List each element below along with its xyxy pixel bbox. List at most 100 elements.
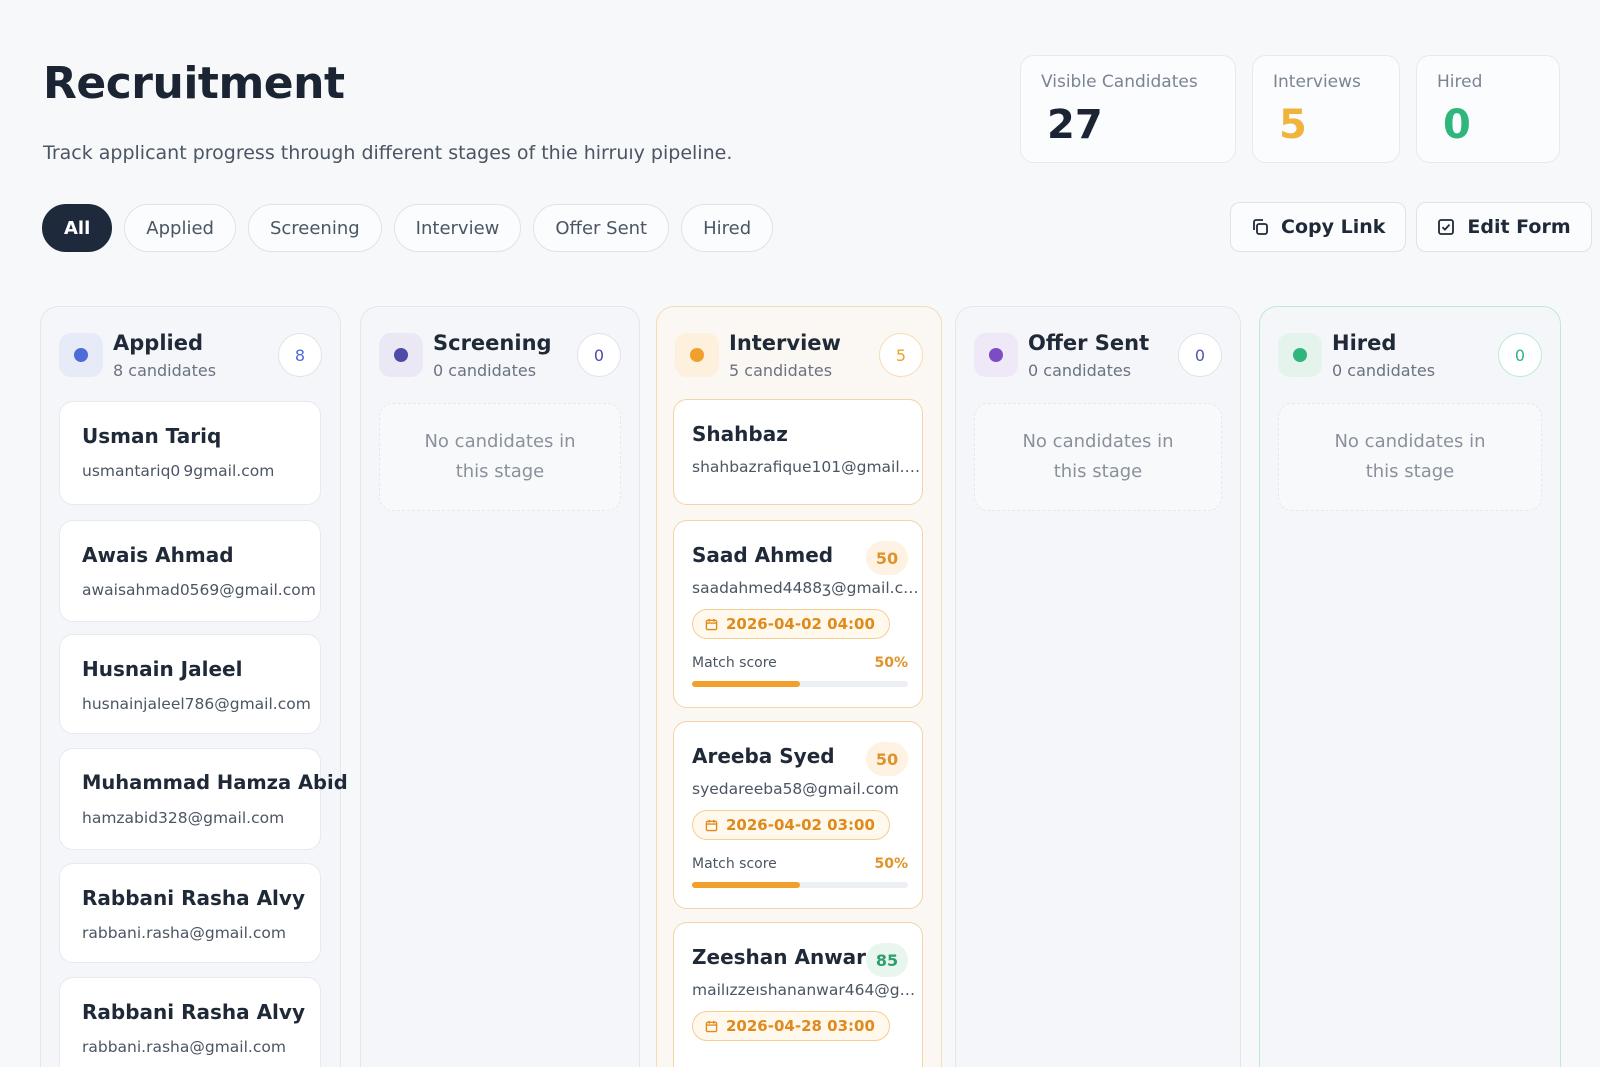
column-subtitle: 0 candidates: [433, 361, 537, 380]
column-interview: Interview 5 candidates 5 Shahbaz shahbaz…: [656, 306, 942, 1067]
filter-screening[interactable]: Screening: [247, 204, 382, 252]
column-count-badge: 0: [577, 333, 621, 377]
stage-dot-icon: [989, 348, 1003, 362]
calendar-icon: [705, 1020, 718, 1032]
copy-icon: [1253, 219, 1268, 235]
candidate-card[interactable]: Awais Ahmad awaisahmad0569@gmail.com: [59, 520, 321, 622]
column-title: Screening: [433, 331, 552, 355]
stat-label: Hired: [1437, 72, 1483, 92]
filter-interview[interactable]: Interview: [393, 204, 522, 252]
stat-value: 0: [1443, 102, 1471, 148]
interview-date-pill: 2026-04-02 04:00: [692, 609, 890, 639]
candidate-card[interactable]: Rabbani Rasha Alvy rabbani.rasha@gmail.c…: [59, 977, 321, 1067]
edit-form-button[interactable]: Edit Form: [1416, 202, 1592, 252]
match-score-label: Match score: [692, 856, 777, 872]
candidate-email: saadahmed4488ʒ@gmail.com: [692, 579, 922, 597]
candidate-card[interactable]: Muhammad Hamza Abid hamzabid328@gmail.co…: [59, 748, 348, 850]
candidate-email: husnainjaleel786@gmail.com: [82, 695, 311, 713]
candidate-email: mailızzeıshananwar464@gmail..: [692, 981, 922, 999]
column-count-badge: 8: [278, 333, 322, 377]
candidate-card[interactable]: Saad Ahmed 50 saadahmed4488ʒ@gmail.com 2…: [673, 520, 923, 708]
candidate-card[interactable]: Areeba Syed 50 syedareeba58@gmail.com 20…: [673, 721, 923, 909]
interview-date: 2026-04-02 03:00: [726, 816, 875, 834]
stat-hired: Hired 0: [1416, 55, 1560, 163]
column-count-badge: 0: [1178, 333, 1222, 377]
column-offer-sent: Offer Sent 0 candidates 0 No candidates …: [955, 306, 1241, 1067]
checkbox-icon: [1438, 219, 1455, 235]
candidate-email: syedareeba58@gmail.com: [692, 780, 899, 798]
column-subtitle: 8 candidates: [113, 361, 217, 380]
header-actions: Copy Link Edit Form: [1230, 202, 1592, 252]
candidate-name: Shahbaz: [692, 422, 788, 446]
match-score-label: Match score: [692, 655, 777, 671]
stat-label: Visible Candidates: [1041, 72, 1198, 92]
filter-all[interactable]: All: [42, 204, 113, 252]
candidate-email: awaisahmad0569@gmail.com: [82, 581, 316, 599]
stat-value: 27: [1047, 102, 1103, 148]
stage-dot-icon: [690, 348, 704, 362]
score-badge: 50: [866, 541, 908, 575]
page-title: Recruitment: [43, 58, 345, 109]
candidate-card[interactable]: Husnain Jaleel husnainjaleel786@gmail.co…: [59, 634, 321, 734]
column-header: Offer Sent 0 candidates 0: [974, 331, 1222, 380]
candidate-name: Muhammad Hamza Abid: [82, 771, 348, 794]
filter-applied[interactable]: Applied: [124, 204, 236, 252]
candidate-name: Husnain Jaleel: [82, 657, 243, 681]
candidate-card[interactable]: Usman Tariq usmantariq0 9gmail.com: [59, 401, 321, 505]
score-badge: 85: [866, 943, 908, 977]
interview-date: 2026-04-28 03:00: [726, 1017, 875, 1035]
candidate-card[interactable]: Shahbaz shahbazrafique101@gmail.com: [673, 399, 923, 505]
filter-offer-sent[interactable]: Offer Sent: [533, 204, 670, 252]
candidate-name: Awais Ahmad: [82, 543, 234, 567]
interview-date: 2026-04-02 04:00: [726, 615, 875, 633]
column-hired: Hired 0 candidates 0 No candidates in th…: [1259, 306, 1561, 1067]
empty-state: No candidates in this stage: [379, 403, 621, 511]
column-title: Applied: [113, 331, 203, 355]
column-applied: Applied 8 candidates 8 Usman Tariq usman…: [40, 306, 348, 1067]
column-header: Interview 5 candidates 5: [675, 331, 923, 380]
column-count-badge: 0: [1498, 333, 1542, 377]
stat-label: Interviews: [1273, 72, 1361, 92]
match-score-fill: [692, 882, 800, 888]
stage-icon: [675, 333, 719, 377]
calendar-icon: [705, 819, 718, 831]
stage-dot-icon: [394, 348, 408, 362]
copy-link-label: Copy Link: [1281, 216, 1386, 238]
edit-form-label: Edit Form: [1467, 216, 1571, 238]
column-subtitle: 0 candidates: [1332, 361, 1436, 380]
candidate-name: Areeba Syed: [692, 744, 835, 768]
candidate-card[interactable]: Zeeshan Anwar 85 mailızzeıshananwar464@g…: [673, 922, 923, 1067]
stage-icon: [379, 333, 423, 377]
column-title: Offer Sent: [1028, 331, 1150, 355]
candidate-name: Rabbani Rasha Alvy: [82, 886, 305, 910]
column-subtitle: 0 candidates: [1028, 361, 1132, 380]
page-subtitle: Track applicant progress through differe…: [43, 142, 733, 164]
calendar-icon: [705, 618, 718, 630]
interview-date-pill: 2026-04-02 03:00: [692, 810, 890, 840]
stats-row: Visible Candidates 27 Interviews 5 Hired…: [1020, 55, 1560, 163]
candidate-name: Rabbani Rasha Alvy: [82, 1000, 305, 1024]
candidate-email: hamzabid328@gmail.com: [82, 809, 285, 827]
candidate-email: usmantariq0 9gmail.com: [82, 462, 275, 480]
candidate-card[interactable]: Rabbani Rasha Alvy rabbani.rasha@gmail.c…: [59, 863, 321, 963]
empty-state: No candidates in this stage: [974, 403, 1222, 511]
column-screening: Screening 0 candidates 0 No candidates i…: [360, 306, 640, 1067]
stage-dot-icon: [74, 348, 88, 362]
candidate-email: shahbazrafique101@gmail.com: [692, 458, 922, 476]
candidate-name: Usman Tariq: [82, 424, 222, 448]
score-badge: 50: [866, 742, 908, 776]
stage-dot-icon: [1293, 348, 1307, 362]
stat-interviews: Interviews 5: [1252, 55, 1400, 163]
filter-hired[interactable]: Hired: [681, 204, 774, 252]
candidate-email: rabbani.rasha@gmail.com: [82, 924, 286, 942]
candidate-name: Saad Ahmed: [692, 543, 834, 567]
copy-link-button[interactable]: Copy Link: [1230, 202, 1407, 252]
match-score-value: 50%: [874, 655, 908, 671]
match-score-bar: [692, 882, 908, 888]
stage-icon: [1278, 333, 1322, 377]
column-header: Applied 8 candidates 8: [59, 331, 322, 380]
column-subtitle: 5 candidates: [729, 361, 833, 380]
stage-filter-bar: All Applied Screening Interview Offer Se…: [42, 204, 774, 252]
column-count-badge: 5: [879, 333, 923, 377]
empty-state: No candidates in this stage: [1278, 403, 1542, 511]
